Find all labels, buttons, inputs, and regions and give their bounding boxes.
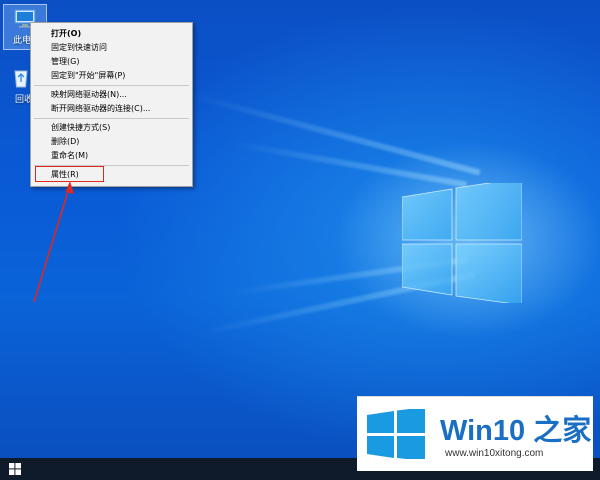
windows-start-icon[interactable] [9,463,21,475]
watermark-title: Win10 之家 [440,415,592,447]
watermark-url: www.win10xitong.com [445,448,544,459]
annotation-arrow [33,181,74,303]
desktop: 此电脑 回收站 打开(O) 固定到快速访问 管理(G) 固定到"开始"屏幕(P)… [0,0,600,458]
windows-logo-icon [367,409,425,459]
watermark: Win10 之家 www.win10xitong.com [357,396,593,471]
